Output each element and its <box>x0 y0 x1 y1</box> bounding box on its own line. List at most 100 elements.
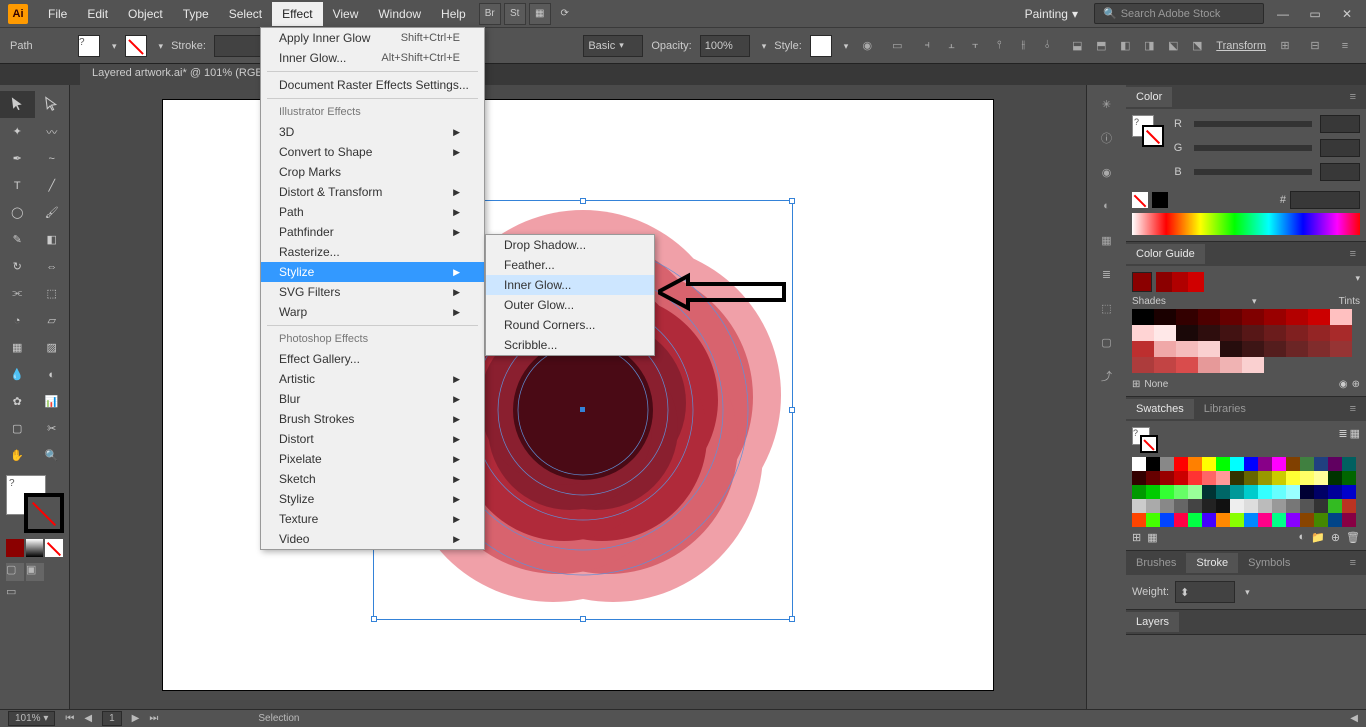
cg-edit-icon[interactable]: ◉ <box>1339 379 1348 390</box>
handle-tc[interactable] <box>580 198 586 204</box>
direct-selection-tool[interactable] <box>35 91 70 118</box>
swatch[interactable] <box>1132 471 1146 485</box>
appearance-icon[interactable]: ◉ <box>1096 161 1118 183</box>
nav-prev-icon[interactable]: ◀ <box>84 713 92 724</box>
swatch[interactable] <box>1300 513 1314 527</box>
align-hcenter-icon[interactable]: ⫠ <box>940 35 962 57</box>
effect-svg-filters-item[interactable]: SVG Filters▶ <box>261 282 484 302</box>
layers-icon[interactable]: ≣ <box>1096 263 1118 285</box>
menu-type[interactable]: Type <box>173 2 219 26</box>
last-effect-item[interactable]: Inner Glow...Alt+Shift+Ctrl+E <box>261 48 484 68</box>
effect-crop-marks-item[interactable]: Crop Marks <box>261 162 484 182</box>
color-tab[interactable]: Color <box>1126 87 1172 107</box>
swatch[interactable] <box>1328 457 1342 471</box>
swatch[interactable] <box>1244 499 1258 513</box>
blend-tool[interactable]: ◐ <box>35 361 70 388</box>
perspective-tool[interactable]: ▱ <box>35 307 70 334</box>
color-guide-swatch[interactable] <box>1220 309 1242 325</box>
panel-menu-icon[interactable]: ≡ <box>1340 244 1366 264</box>
zoom-tool[interactable]: 🔍 <box>35 442 70 469</box>
color-guide-swatch[interactable] <box>1198 325 1220 341</box>
swatch[interactable] <box>1258 499 1272 513</box>
swatch[interactable] <box>1244 471 1258 485</box>
panel-menu-icon[interactable]: ≡ <box>1340 87 1366 107</box>
swatch[interactable] <box>1258 513 1272 527</box>
swatch[interactable] <box>1216 457 1230 471</box>
stylize-scribble--item[interactable]: Scribble... <box>486 335 654 355</box>
stroke-weight-stepper[interactable]: ⬍ <box>1175 581 1235 603</box>
color-guide-swatch[interactable] <box>1264 325 1286 341</box>
type-tool[interactable]: T <box>0 172 35 199</box>
lasso-tool[interactable]: 〰 <box>35 118 70 145</box>
draw-normal-icon[interactable]: ▢ <box>6 563 24 581</box>
swatch[interactable] <box>1146 457 1160 471</box>
graphic-styles-icon[interactable]: ◐ <box>1096 195 1118 217</box>
swatch[interactable] <box>1244 513 1258 527</box>
selection-tool[interactable] <box>0 91 35 118</box>
new-swatch-icon[interactable]: ⊕ <box>1331 531 1340 544</box>
color-guide-swatch[interactable] <box>1176 357 1198 373</box>
swatch[interactable] <box>1314 499 1328 513</box>
swatch[interactable] <box>1160 499 1174 513</box>
swatch[interactable] <box>1160 485 1174 499</box>
stock-button[interactable]: St <box>504 3 526 25</box>
draw-behind-icon[interactable]: ▣ <box>26 563 44 581</box>
align-top-icon[interactable]: ⫯ <box>988 35 1010 57</box>
layers-tab[interactable]: Layers <box>1126 612 1179 632</box>
stylize-drop-shadow--item[interactable]: Drop Shadow... <box>486 235 654 255</box>
fill-color-indicator[interactable]: ? <box>78 35 100 57</box>
menu-file[interactable]: File <box>38 2 77 26</box>
close-button[interactable]: ✕ <box>1334 5 1360 23</box>
swatch[interactable] <box>1230 499 1244 513</box>
cg-save-icon[interactable]: ⊕ <box>1352 379 1360 390</box>
new-group-icon[interactable]: 📁 <box>1311 531 1325 544</box>
line-tool[interactable]: ╱ <box>35 172 70 199</box>
color-guide-swatch[interactable] <box>1198 309 1220 325</box>
style-dropdown[interactable] <box>840 40 849 52</box>
swatch[interactable] <box>1230 471 1244 485</box>
swatch[interactable] <box>1314 457 1328 471</box>
libraries-tab[interactable]: Libraries <box>1194 399 1256 419</box>
none-swatch-small[interactable] <box>1132 192 1148 208</box>
swatch[interactable] <box>1342 457 1356 471</box>
swatch[interactable] <box>1342 499 1356 513</box>
swatch[interactable] <box>1146 471 1160 485</box>
swatch[interactable] <box>1132 457 1146 471</box>
swatch[interactable] <box>1202 457 1216 471</box>
free-transform-tool[interactable]: ⬚ <box>35 280 70 307</box>
swatch[interactable] <box>1216 499 1230 513</box>
artboards-icon[interactable]: ▢ <box>1096 331 1118 353</box>
stroke-color-indicator[interactable] <box>125 35 147 57</box>
base-color-swatch[interactable] <box>1132 272 1152 292</box>
swatch[interactable] <box>1188 499 1202 513</box>
swatch[interactable] <box>1202 499 1216 513</box>
raster-settings-item[interactable]: Document Raster Effects Settings... <box>261 75 484 95</box>
stroke-weight-dropdown[interactable] <box>1241 586 1250 598</box>
color-guide-swatch[interactable] <box>1308 341 1330 357</box>
color-guide-tab[interactable]: Color Guide <box>1126 244 1205 264</box>
opacity-dropdown[interactable] <box>758 40 767 52</box>
symbol-sprayer-tool[interactable]: ✿ <box>0 388 35 415</box>
distribute-v1-icon[interactable]: ◨ <box>1138 35 1160 57</box>
bridge-button[interactable]: Br <box>479 3 501 25</box>
swatch[interactable] <box>1244 457 1258 471</box>
align-panel-icon[interactable]: ▭ <box>886 35 908 57</box>
distribute-v2-icon[interactable]: ⬕ <box>1162 35 1184 57</box>
handle-mr[interactable] <box>789 407 795 413</box>
shades-dropdown[interactable] <box>1248 296 1257 307</box>
swatch[interactable] <box>1216 485 1230 499</box>
align-bottom-icon[interactable]: ⫰ <box>1036 35 1058 57</box>
color-guide-swatch[interactable] <box>1308 309 1330 325</box>
swatch[interactable] <box>1174 457 1188 471</box>
swatch[interactable] <box>1300 499 1314 513</box>
align-vcenter-icon[interactable]: ⫲ <box>1012 35 1034 57</box>
swatch[interactable] <box>1258 485 1272 499</box>
swatch[interactable] <box>1216 513 1230 527</box>
swatch[interactable] <box>1328 485 1342 499</box>
swatch[interactable] <box>1314 485 1328 499</box>
effect-pathfinder-item[interactable]: Pathfinder▶ <box>261 222 484 242</box>
effect-distort-transform-item[interactable]: Distort & Transform▶ <box>261 182 484 202</box>
swatch[interactable] <box>1314 513 1328 527</box>
swatch[interactable] <box>1202 485 1216 499</box>
swatch[interactable] <box>1272 513 1286 527</box>
